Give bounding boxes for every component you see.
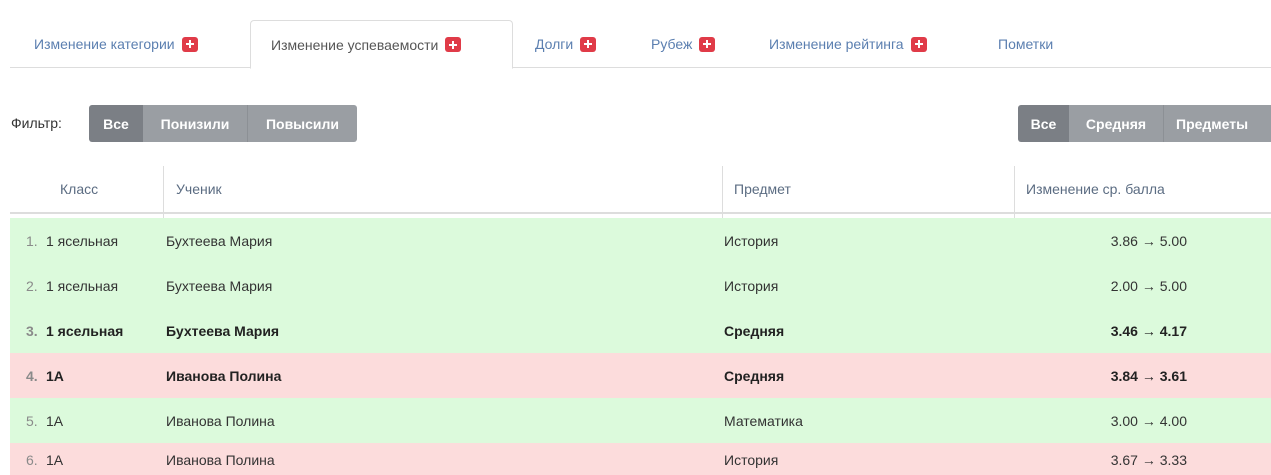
table-row[interactable]: 2. 1 ясельная Бухтеева Мария История 2.0… xyxy=(10,263,1271,308)
row-number: 3. xyxy=(26,322,38,339)
tab-bar: Изменение категории Изменение успеваемос… xyxy=(10,20,1271,69)
table-row[interactable]: 4. 1А Иванова Полина Средняя 3.84 → 3.61 xyxy=(10,353,1271,398)
tab-debts[interactable]: Долги xyxy=(535,20,597,68)
average-change-cell: 3.67 → 3.33 xyxy=(1110,451,1187,468)
row-number: 4. xyxy=(26,367,38,384)
tab-category-change[interactable]: Изменение категории xyxy=(34,20,198,68)
tab-rating-change[interactable]: Изменение рейтинга xyxy=(769,20,927,68)
row-number: 1. xyxy=(26,232,38,249)
scope-filter-group: Все Средняя Предметы xyxy=(1018,105,1271,142)
table-row[interactable]: 1. 1 ясельная Бухтеева Мария История 3.8… xyxy=(10,218,1271,263)
student-cell: Иванова Полина xyxy=(166,367,282,384)
scope-subjects-button[interactable]: Предметы xyxy=(1163,105,1271,142)
tab-label: Долги xyxy=(535,36,574,52)
tab-performance-change[interactable]: Изменение успеваемости xyxy=(250,20,513,69)
plus-icon xyxy=(181,36,198,52)
tab-notes[interactable]: Пометки xyxy=(998,20,1053,68)
tab-milestone[interactable]: Рубеж xyxy=(651,20,716,68)
scope-average-button[interactable]: Средняя xyxy=(1069,105,1163,142)
scope-all-button[interactable]: Все xyxy=(1018,105,1069,142)
row-number: 6. xyxy=(26,451,38,468)
table-header: Класс Ученик Предмет Изменение ср. балла xyxy=(10,166,1271,214)
filter-decreased-button[interactable]: Понизили xyxy=(143,105,247,142)
plus-icon xyxy=(580,36,597,52)
average-change-cell: 3.86 → 5.00 xyxy=(1110,232,1187,249)
tab-label: Изменение рейтинга xyxy=(769,36,904,52)
table-row[interactable]: 3. 1 ясельная Бухтеева Мария Средняя 3.4… xyxy=(10,308,1271,353)
class-cell: 1А xyxy=(46,451,64,468)
plus-icon xyxy=(445,37,462,52)
student-cell: Бухтеева Мария xyxy=(166,232,273,249)
column-header-subject[interactable]: Предмет xyxy=(734,166,791,212)
filter-all-button[interactable]: Все xyxy=(89,105,143,142)
direction-filter-group: Все Понизили Повысили xyxy=(89,105,357,142)
class-cell: 1А xyxy=(46,367,64,384)
subject-cell: Средняя xyxy=(724,322,785,339)
plus-icon xyxy=(910,36,927,52)
student-cell: Иванова Полина xyxy=(166,451,275,468)
student-cell: Бухтеева Мария xyxy=(166,277,273,294)
row-number: 2. xyxy=(26,277,38,294)
filter-label: Фильтр: xyxy=(11,115,62,131)
average-change-cell: 3.46 → 4.17 xyxy=(1110,322,1187,339)
student-cell: Бухтеева Мария xyxy=(166,322,280,339)
subject-cell: История xyxy=(724,451,779,468)
tab-label: Изменение успеваемости xyxy=(271,36,439,53)
class-cell: 1 ясельная xyxy=(46,277,119,294)
subject-cell: Средняя xyxy=(724,367,785,384)
plus-icon xyxy=(699,36,716,52)
column-header-student[interactable]: Ученик xyxy=(176,166,222,212)
table-row[interactable]: 6. 1А Иванова Полина История 3.67 → 3.33 xyxy=(10,443,1271,475)
tab-label: Рубеж xyxy=(651,36,693,52)
subject-cell: История xyxy=(724,277,779,294)
subject-cell: История xyxy=(724,232,779,249)
column-header-change[interactable]: Изменение ср. балла xyxy=(1026,166,1165,212)
average-change-cell: 2.00 → 5.00 xyxy=(1110,277,1187,294)
class-cell: 1 ясельная xyxy=(46,322,124,339)
column-header-class[interactable]: Класс xyxy=(60,166,98,212)
class-cell: 1 ясельная xyxy=(46,232,119,249)
average-change-cell: 3.84 → 3.61 xyxy=(1110,367,1187,384)
tab-label: Пометки xyxy=(998,36,1054,52)
filter-increased-button[interactable]: Повысили xyxy=(247,105,357,142)
tab-label: Изменение категории xyxy=(34,36,175,52)
